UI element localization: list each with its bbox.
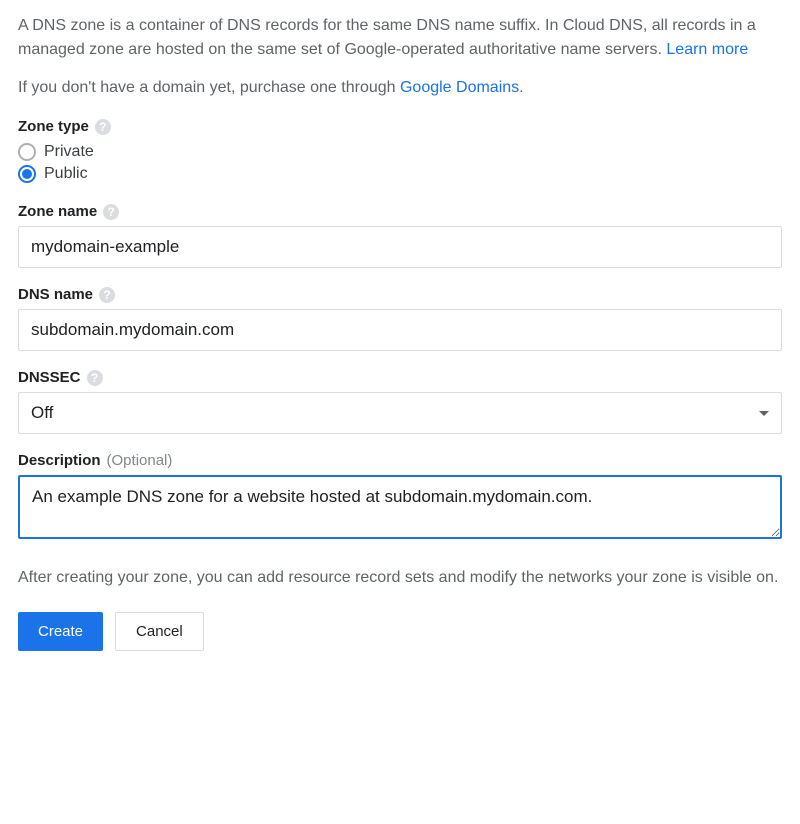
help-icon[interactable]: ? [103, 204, 119, 220]
intro-paragraph-1: A DNS zone is a container of DNS records… [18, 14, 782, 62]
google-domains-link[interactable]: Google Domains [400, 79, 519, 96]
description-label: Description [18, 452, 101, 469]
zone-name-field: Zone name ? [18, 203, 782, 268]
intro-text-a: A DNS zone is a container of DNS records… [18, 17, 756, 58]
zone-name-label-row: Zone name ? [18, 203, 782, 220]
intro-text-b: If you don't have a domain yet, purchase… [18, 79, 400, 96]
chevron-down-icon [759, 411, 769, 416]
dnssec-label-row: DNSSEC ? [18, 369, 782, 386]
after-note: After creating your zone, you can add re… [18, 566, 782, 590]
zone-name-label: Zone name [18, 203, 97, 220]
cancel-button[interactable]: Cancel [115, 612, 204, 651]
help-icon[interactable]: ? [99, 287, 115, 303]
dnssec-value: Off [31, 403, 53, 423]
intro-period: . [519, 79, 523, 96]
zone-type-public-radio[interactable]: Public [18, 163, 782, 185]
radio-checked-icon [18, 165, 36, 183]
description-optional: (Optional) [107, 452, 173, 469]
dnssec-field: DNSSEC ? Off [18, 369, 782, 434]
description-input[interactable] [18, 475, 782, 539]
dnssec-label: DNSSEC [18, 369, 81, 386]
learn-more-link[interactable]: Learn more [666, 41, 748, 58]
zone-type-label: Zone type [18, 118, 89, 135]
dns-name-label-row: DNS name ? [18, 286, 782, 303]
zone-type-label-row: Zone type ? [18, 118, 782, 135]
dns-name-input[interactable] [18, 309, 782, 351]
radio-unchecked-icon [18, 143, 36, 161]
description-label-row: Description (Optional) [18, 452, 782, 469]
description-field: Description (Optional) [18, 452, 782, 544]
intro-paragraph-2: If you don't have a domain yet, purchase… [18, 76, 782, 100]
help-icon[interactable]: ? [87, 370, 103, 386]
zone-name-input[interactable] [18, 226, 782, 268]
dns-name-field: DNS name ? [18, 286, 782, 351]
button-row: Create Cancel [18, 612, 782, 651]
radio-dot-icon [22, 169, 32, 179]
help-icon[interactable]: ? [95, 119, 111, 135]
create-button[interactable]: Create [18, 612, 103, 651]
radio-label-private: Private [44, 143, 94, 161]
zone-type-field: Zone type ? Private Public [18, 118, 782, 185]
zone-type-private-radio[interactable]: Private [18, 141, 782, 163]
dns-name-label: DNS name [18, 286, 93, 303]
dnssec-select[interactable]: Off [18, 392, 782, 434]
radio-label-public: Public [44, 165, 88, 183]
